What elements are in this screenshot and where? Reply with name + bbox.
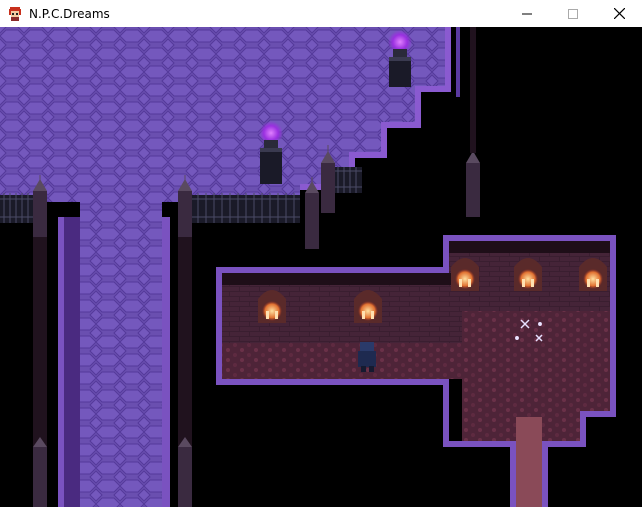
minimize-button[interactable]: [504, 0, 550, 27]
purple-flame-brazier: [259, 121, 283, 184]
candle-alcove: [579, 258, 607, 291]
iron-fence-middle: [192, 193, 300, 223]
candle-alcove: [258, 290, 286, 323]
title-bar[interactable]: N.P.C.Dreams: [0, 0, 642, 27]
red-haired-character-icon: [9, 6, 21, 21]
purple-flame-brazier: [388, 30, 412, 87]
candle-alcove: [354, 290, 382, 323]
game-scene: [0, 27, 642, 507]
candle-alcove: [451, 258, 479, 291]
close-button[interactable]: [596, 0, 642, 27]
gothic-pillar: [33, 437, 47, 507]
maximize-button[interactable]: [550, 0, 596, 27]
minimize-icon: [522, 13, 532, 14]
cobblestone-path-vertical: [80, 202, 162, 507]
iron-fence-right: [334, 167, 362, 193]
close-icon: [613, 8, 625, 19]
window-title: N.P.C.Dreams: [29, 6, 110, 21]
maximize-icon: [568, 8, 578, 19]
candle-alcove: [514, 258, 542, 291]
game-window: N.P.C.Dreams: [0, 0, 642, 507]
game-viewport[interactable]: [0, 27, 642, 507]
gothic-pillar: [178, 437, 192, 507]
